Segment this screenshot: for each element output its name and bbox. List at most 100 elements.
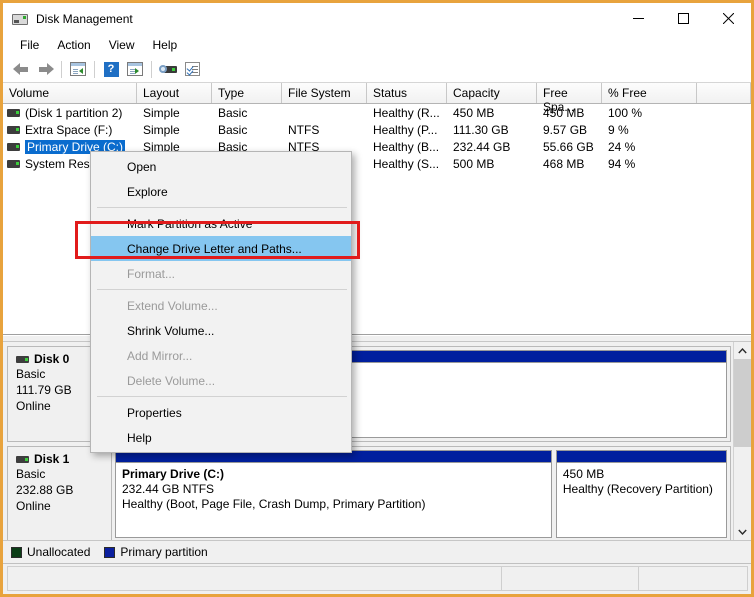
cell-type: Basic [212, 106, 282, 120]
column-header-volume[interactable]: Volume [3, 83, 137, 103]
menu-separator [97, 289, 347, 290]
minimize-button[interactable] [616, 3, 661, 34]
back-icon[interactable] [9, 58, 33, 80]
table-row[interactable]: (Disk 1 partition 2) Simple Basic Health… [3, 104, 751, 121]
window-controls [616, 3, 751, 34]
disk-partitions-1: Primary Drive (C:) 232.44 GB NTFS Health… [112, 447, 730, 540]
menu-item-shrink-volume[interactable]: Shrink Volume... [91, 318, 351, 343]
cell-capacity: 450 MB [447, 106, 537, 120]
menu-item-delete-volume: Delete Volume... [91, 368, 351, 393]
cell-capacity: 500 MB [447, 157, 537, 171]
partition-size: 450 MB [563, 467, 720, 482]
partition-block[interactable]: 450 MB Healthy (Recovery Partition) [556, 450, 727, 538]
toolbar-separator [94, 61, 95, 78]
cell-status: Healthy (S... [367, 157, 447, 171]
toolbar: ? [3, 56, 751, 83]
cell-free-space: 468 MB [537, 157, 602, 171]
context-menu: Open Explore Mark Partition as Active Ch… [90, 151, 352, 453]
toolbar-separator [151, 61, 152, 78]
column-header-percent-free[interactable]: % Free [602, 83, 697, 103]
legend-swatch-primary-partition [104, 547, 115, 558]
disk-type: Basic [16, 466, 111, 482]
menu-item-mark-partition-as-active[interactable]: Mark Partition as Active [91, 211, 351, 236]
disk-management-window: Disk Management File Action View Help [0, 0, 754, 597]
column-header-file-system[interactable]: File System [282, 83, 367, 103]
column-header-free-space[interactable]: Free Spa... [537, 83, 602, 103]
cell-percent-free: 100 % [602, 106, 697, 120]
cell-percent-free: 24 % [602, 140, 697, 154]
column-header-layout[interactable]: Layout [137, 83, 212, 103]
forward-icon[interactable] [33, 58, 57, 80]
disk-panel-1[interactable]: Disk 1 Basic 232.88 GB Online Primary Dr… [7, 446, 731, 540]
disk-name: Disk 0 [34, 352, 69, 366]
cell-type: Basic [212, 123, 282, 137]
status-bar [3, 563, 751, 594]
menu-separator [97, 207, 347, 208]
scroll-up-button[interactable] [734, 342, 751, 359]
menu-help[interactable]: Help [144, 36, 187, 54]
window-title: Disk Management [36, 12, 133, 26]
disk-size: 232.88 GB [16, 482, 111, 498]
volume-disk-icon [7, 160, 20, 168]
column-header-filler[interactable] [697, 83, 751, 103]
scrollbar-thumb[interactable] [734, 359, 751, 447]
legend-item-unallocated: Unallocated [11, 545, 90, 559]
cell-capacity: 232.44 GB [447, 140, 537, 154]
menu-file[interactable]: File [11, 36, 48, 54]
partition-health: Healthy (Recovery Partition) [563, 482, 720, 497]
menu-item-open[interactable]: Open [91, 154, 351, 179]
volume-disk-icon [7, 143, 20, 151]
menu-item-format: Format... [91, 261, 351, 286]
cell-volume: Extra Space (F:) [25, 123, 112, 137]
partition-block[interactable]: Primary Drive (C:) 232.44 GB NTFS Health… [115, 450, 552, 538]
menu-view[interactable]: View [100, 36, 144, 54]
volume-disk-icon [7, 126, 20, 134]
properties-icon[interactable] [180, 58, 204, 80]
cell-volume: (Disk 1 partition 2) [25, 106, 122, 120]
disk-icon [16, 456, 29, 463]
legend-label-primary-partition: Primary partition [120, 545, 207, 559]
show-hide-action-pane-icon[interactable] [123, 58, 147, 80]
column-header-type[interactable]: Type [212, 83, 282, 103]
help-icon[interactable]: ? [99, 58, 123, 80]
status-pane-1 [7, 566, 502, 591]
cell-status: Healthy (B... [367, 140, 447, 154]
legend-item-primary-partition: Primary partition [104, 545, 207, 559]
menu-action[interactable]: Action [48, 36, 99, 54]
maximize-button[interactable] [661, 3, 706, 34]
menu-separator [97, 396, 347, 397]
cell-free-space: 9.57 GB [537, 123, 602, 137]
partition-size: 232.44 GB NTFS [122, 482, 545, 497]
disk-info-1: Disk 1 Basic 232.88 GB Online [8, 447, 112, 540]
status-pane-3 [638, 566, 748, 591]
menu-item-change-drive-letter-and-paths[interactable]: Change Drive Letter and Paths... [91, 236, 351, 261]
disk-icon [12, 12, 28, 26]
scrollbar-track[interactable] [734, 447, 751, 523]
status-pane-2 [501, 566, 639, 591]
cell-file-system: NTFS [282, 123, 367, 137]
show-hide-console-tree-icon[interactable] [66, 58, 90, 80]
cell-percent-free: 94 % [602, 157, 697, 171]
menu-item-help[interactable]: Help [91, 425, 351, 450]
legend-swatch-unallocated [11, 547, 22, 558]
legend: Unallocated Primary partition [3, 540, 751, 563]
cell-status: Healthy (R... [367, 106, 447, 120]
title-bar: Disk Management [3, 3, 751, 34]
cell-free-space: 55.66 GB [537, 140, 602, 154]
cell-layout: Simple [137, 123, 212, 137]
column-header-capacity[interactable]: Capacity [447, 83, 537, 103]
rescan-disks-icon[interactable] [156, 58, 180, 80]
cell-status: Healthy (P... [367, 123, 447, 137]
vertical-scrollbar[interactable] [733, 342, 751, 540]
scroll-down-button[interactable] [734, 523, 751, 540]
menu-item-properties[interactable]: Properties [91, 400, 351, 425]
volume-list-header: Volume Layout Type File System Status Ca… [3, 83, 751, 104]
table-row[interactable]: Extra Space (F:) Simple Basic NTFS Healt… [3, 121, 751, 138]
toolbar-separator [61, 61, 62, 78]
disk-icon [16, 356, 29, 363]
menu-item-explore[interactable]: Explore [91, 179, 351, 204]
close-button[interactable] [706, 3, 751, 34]
legend-label-unallocated: Unallocated [27, 545, 90, 559]
column-header-status[interactable]: Status [367, 83, 447, 103]
menu-bar: File Action View Help [3, 34, 751, 56]
